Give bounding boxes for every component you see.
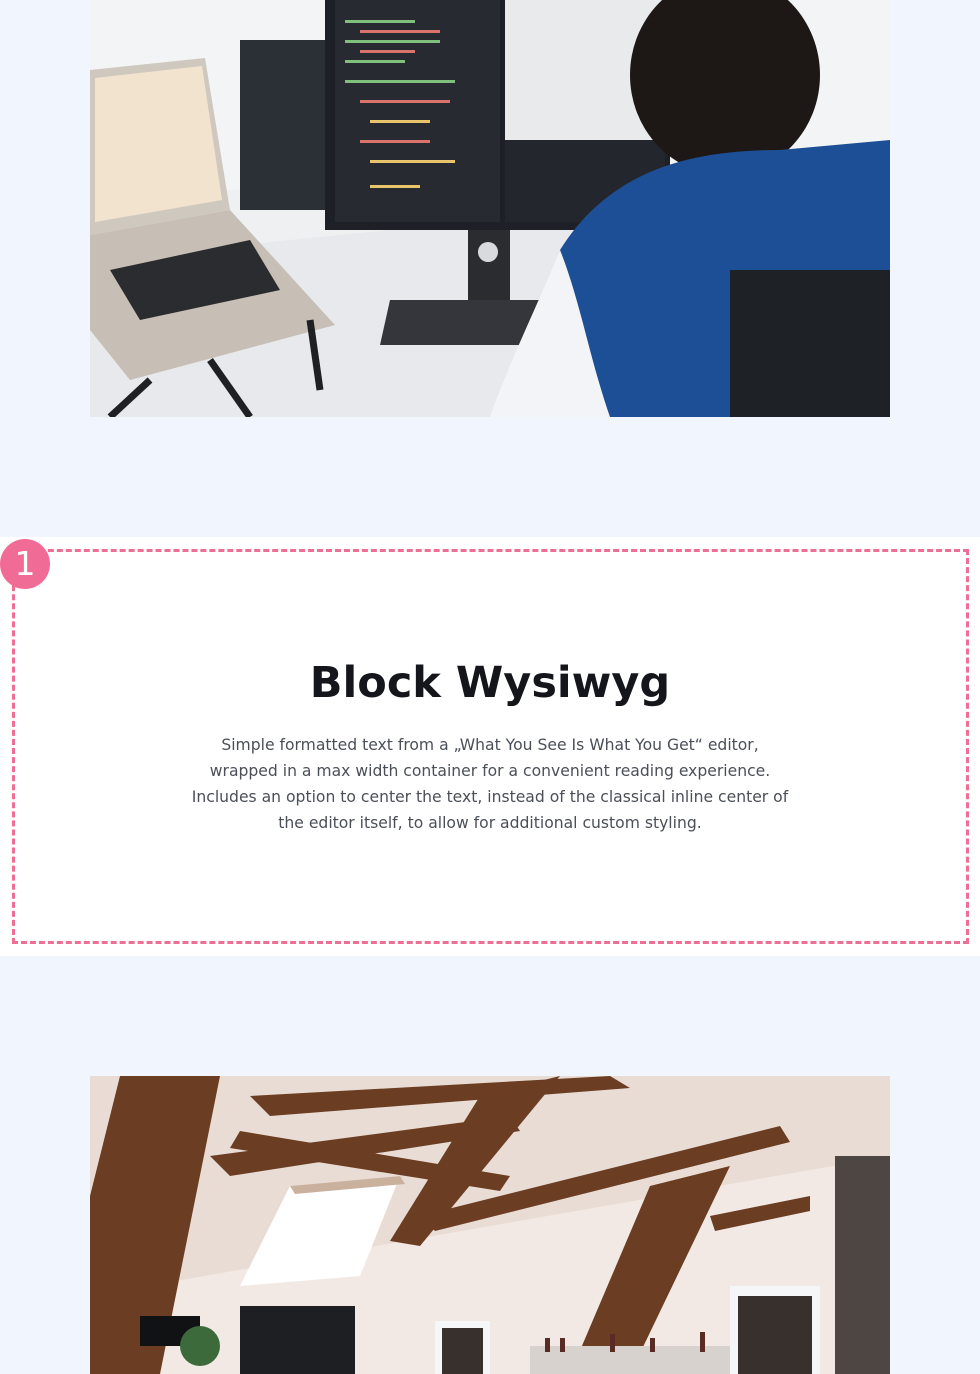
attic-photo-illustration [90, 1076, 890, 1374]
developer-at-desk-photo [90, 0, 890, 417]
developer-photo-illustration [90, 0, 890, 417]
wysiwyg-block: 1 Block Wysiwyg Simple formatted text fr… [0, 537, 980, 956]
block-number-badge: 1 [0, 539, 50, 589]
attic-office-photo [90, 1076, 890, 1374]
block-description: Simple formatted text from a „What You S… [191, 736, 789, 832]
block-title: Block Wysiwyg [309, 658, 671, 708]
